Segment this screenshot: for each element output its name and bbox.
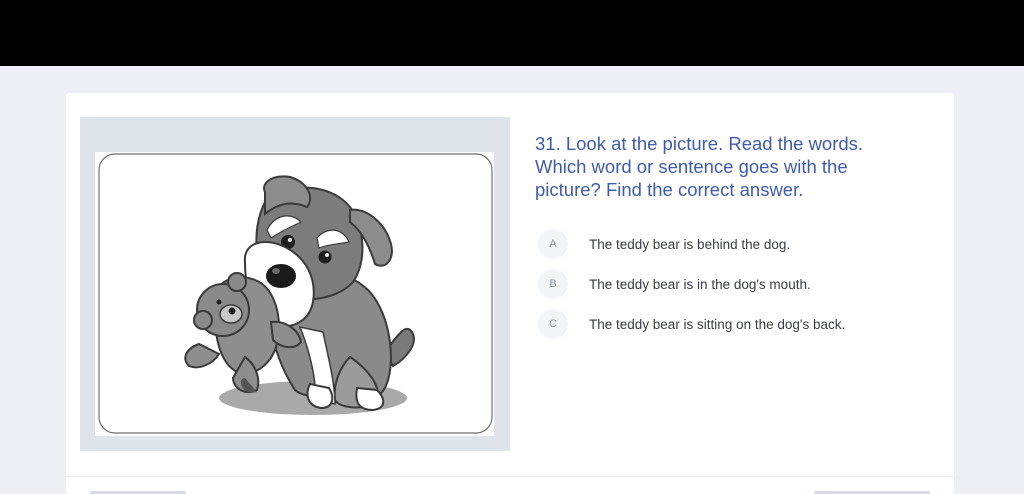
top-black-bar <box>0 0 1024 66</box>
option-a[interactable]: A The teddy bear is behind the dog. <box>538 224 845 264</box>
answer-options: A The teddy bear is behind the dog. B Th… <box>538 224 845 344</box>
option-letter-a: A <box>538 229 568 259</box>
option-text-a: The teddy bear is behind the dog. <box>589 236 791 252</box>
dog-with-teddy-bear-illustration <box>98 153 493 434</box>
question-text: 31. Look at the picture. Read the words.… <box>535 133 864 200</box>
option-text-c: The teddy bear is sitting on the dog's b… <box>589 316 846 332</box>
card-divider <box>66 476 954 477</box>
option-letter-c: C <box>538 309 568 339</box>
option-letter-b: B <box>538 269 568 299</box>
option-text-b: The teddy bear is in the dog's mouth. <box>589 276 811 292</box>
option-b[interactable]: B The teddy bear is in the dog's mouth. <box>538 264 845 304</box>
question-picture <box>95 152 494 436</box>
option-c[interactable]: C The teddy bear is sitting on the dog's… <box>538 304 845 344</box>
